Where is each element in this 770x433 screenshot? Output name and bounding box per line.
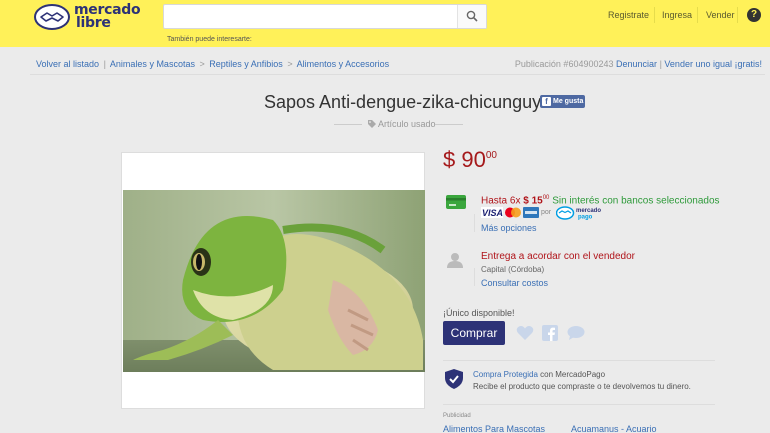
breadcrumb: Volver al listado | Animales y Mascotas … <box>36 59 389 69</box>
protected-purchase-link[interactable]: Compra Protegida <box>473 370 538 379</box>
search-button[interactable] <box>457 5 486 28</box>
condition-rule <box>435 124 463 125</box>
by-label: por <box>541 209 552 216</box>
facebook-icon: f <box>542 97 551 106</box>
price: $ 9000 <box>443 147 497 172</box>
divider <box>30 74 765 75</box>
protected-purchase-desc: Recibe el producto que compraste o te de… <box>473 382 691 391</box>
tag-icon <box>368 120 376 128</box>
search-box <box>163 4 487 29</box>
facebook-share-icon[interactable] <box>542 325 558 341</box>
product-image-panel <box>121 152 425 409</box>
breadcrumb-item[interactable]: Animales y Mascotas <box>110 59 195 69</box>
svg-text:mercado: mercado <box>576 208 601 214</box>
protected-purchase: Compra Protegida con MercadoPago <box>473 370 606 379</box>
nav-register-link[interactable]: Registrate <box>608 10 649 20</box>
ad-link[interactable]: Alimentos Para Mascotas <box>443 424 545 433</box>
section-rule <box>474 268 475 286</box>
installments-info: Hasta 6x $ 1500 Sin interés con bancos s… <box>481 195 720 207</box>
credit-card-icon <box>446 195 466 209</box>
breadcrumb-separator: | <box>103 59 106 69</box>
breadcrumb-separator: > <box>199 59 205 69</box>
search-icon <box>466 10 478 22</box>
mercadopago-logo: mercado pago <box>556 206 601 221</box>
shield-icon <box>445 369 463 389</box>
nav-divider <box>697 7 698 23</box>
product-photo-frog[interactable] <box>123 190 425 372</box>
amex-icon <box>523 207 539 218</box>
pubinfo-separator: | <box>659 59 662 69</box>
like-label: Me gusta <box>553 98 584 105</box>
svg-text:pago: pago <box>578 215 593 221</box>
search-input[interactable] <box>164 5 458 28</box>
nav-login-link[interactable]: Ingresa <box>662 10 692 20</box>
logo-wordmark: mercado libre <box>74 2 141 31</box>
publication-number: Publicación #604900243 <box>514 59 614 69</box>
help-icon[interactable]: ? <box>747 8 761 22</box>
section-rule <box>474 214 475 232</box>
visa-icon: VISA <box>481 207 503 218</box>
seller-location: Capital (Córdoba) <box>481 265 545 274</box>
nav-divider <box>654 7 655 23</box>
sell-same-link[interactable]: Vender uno igual ¡gratis! <box>664 59 762 69</box>
breadcrumb-item[interactable]: Alimentos y Accesorios <box>297 59 390 69</box>
divider <box>443 360 715 361</box>
buy-button[interactable]: Comprar <box>443 321 505 345</box>
stock-label: ¡Único disponible! <box>443 308 515 318</box>
nav-sell-link[interactable]: Vender <box>706 10 735 20</box>
product-title: Sapos Anti-dengue-zika-chicunguya <box>264 92 552 112</box>
more-payment-options-link[interactable]: Más opciones <box>481 223 537 233</box>
handshake-logo-icon <box>34 4 70 30</box>
user-icon <box>447 253 463 268</box>
divider <box>443 404 715 405</box>
condition-label: Artículo usado <box>368 119 436 129</box>
condition-rule <box>334 124 362 125</box>
suggest-label: También puede interesarte: <box>167 36 252 43</box>
back-to-list-link[interactable]: Volver al listado <box>36 59 99 69</box>
report-link[interactable]: Denunciar <box>616 59 657 69</box>
comment-icon[interactable] <box>567 325 585 341</box>
mastercard-icon <box>505 207 521 218</box>
shipping-title: Entrega a acordar con el vendedor <box>481 251 635 262</box>
top-header: mercado libre También puede interesarte:… <box>0 0 770 47</box>
mercadolibre-logo[interactable]: mercado libre <box>34 3 141 33</box>
ad-link[interactable]: Acuamanus - Acuario <box>571 424 657 433</box>
shipping-costs-link[interactable]: Consultar costos <box>481 278 548 288</box>
ads-label: Publicidad <box>443 413 471 419</box>
publication-info: Publicación #604900243 Denunciar | Vende… <box>515 59 762 69</box>
heart-icon[interactable] <box>516 325 534 341</box>
svg-text:VISA: VISA <box>482 208 503 218</box>
nav-divider <box>737 7 738 23</box>
facebook-like-button[interactable]: f Me gusta <box>540 95 585 108</box>
breadcrumb-separator: > <box>287 59 293 69</box>
breadcrumb-item[interactable]: Reptiles y Anfibios <box>209 59 283 69</box>
